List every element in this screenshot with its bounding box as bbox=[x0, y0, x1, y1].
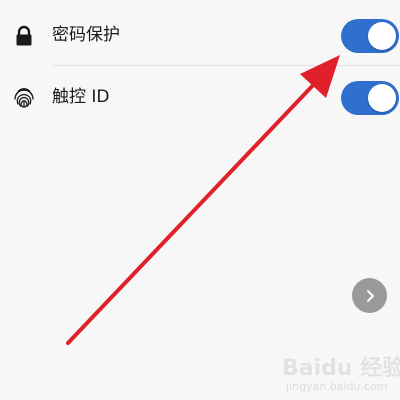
settings-row-password-protection: 密码保护 bbox=[0, 4, 400, 68]
touch-id-toggle[interactable] bbox=[341, 81, 399, 115]
touch-id-label: 触控 ID bbox=[52, 87, 110, 107]
fingerprint-icon bbox=[12, 86, 36, 110]
settings-row-touch-id: 触控 ID bbox=[0, 66, 400, 130]
settings-screen: 密码保护 触控 ID Baidu 经验 jingyan.baidu.com bbox=[0, 0, 400, 400]
toggle-knob bbox=[368, 22, 396, 50]
watermark: Baidu 经验 jingyan.baidu.com bbox=[282, 340, 400, 400]
toggle-knob bbox=[368, 84, 396, 112]
watermark-url: jingyan.baidu.com bbox=[286, 380, 388, 393]
lock-icon bbox=[12, 24, 36, 48]
password-protection-label: 密码保护 bbox=[52, 25, 120, 45]
next-button[interactable] bbox=[352, 278, 387, 313]
password-protection-toggle[interactable] bbox=[341, 19, 399, 53]
watermark-brand: Baidu 经验 bbox=[282, 356, 400, 381]
chevron-right-icon bbox=[366, 289, 374, 302]
